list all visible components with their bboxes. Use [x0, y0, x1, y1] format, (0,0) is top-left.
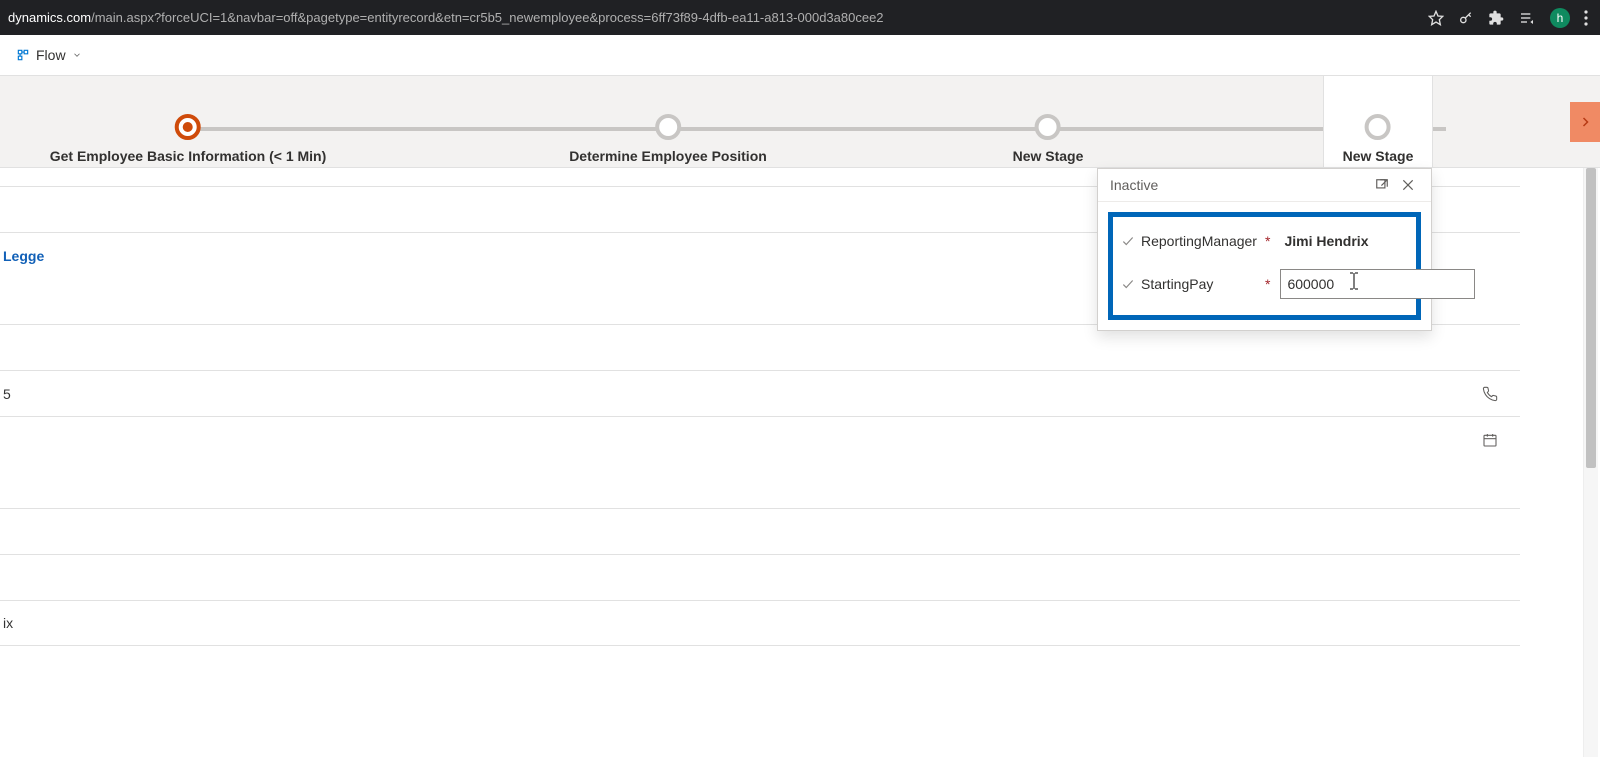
required-indicator: * — [1265, 276, 1270, 292]
process-line — [188, 127, 1446, 131]
browser-address-bar: dynamics.com/main.aspx?forceUCI=1&navbar… — [0, 0, 1600, 35]
business-process-bar: Get Employee Basic Information (< 1 Min)… — [0, 76, 1600, 168]
avatar-letter: h — [1557, 11, 1564, 25]
flyout-header: Inactive — [1098, 169, 1431, 202]
url-domain: dynamics.com — [8, 10, 91, 25]
command-bar: Flow — [0, 35, 1600, 76]
close-icon[interactable] — [1401, 178, 1419, 192]
flow-button[interactable]: Flow — [8, 43, 90, 67]
starting-pay-label: StartingPay — [1141, 276, 1261, 292]
section-gap-2 — [0, 462, 1600, 508]
reporting-manager-label: ReportingManager — [1141, 233, 1261, 249]
profile-avatar[interactable]: h — [1550, 8, 1570, 28]
flow-label: Flow — [36, 47, 66, 63]
check-icon — [1121, 234, 1135, 248]
stage-circle-icon — [1365, 114, 1391, 140]
stage-4[interactable]: New Stage — [1343, 114, 1414, 164]
vertical-scrollbar[interactable] — [1583, 168, 1598, 757]
form-row-4[interactable]: 5 — [0, 370, 1520, 416]
form-row-5[interactable] — [0, 416, 1520, 462]
check-icon — [1121, 277, 1135, 291]
flyout-reporting-manager-row: ReportingManager * Jimi Hendrix — [1119, 225, 1410, 257]
link-legge[interactable]: Legge — [3, 248, 44, 264]
stage-label: Get Employee Basic Information (< 1 Min) — [50, 148, 327, 164]
stage-label: Determine Employee Position — [569, 148, 767, 164]
browser-url[interactable]: dynamics.com/main.aspx?forceUCI=1&navbar… — [8, 10, 1428, 25]
extensions-icon[interactable] — [1488, 10, 1504, 26]
kebab-menu-icon[interactable] — [1584, 10, 1588, 26]
starting-pay-input[interactable] — [1280, 269, 1475, 299]
flyout-status-label: Inactive — [1110, 177, 1158, 193]
stage-circle-icon — [655, 114, 681, 140]
process-next-button[interactable] — [1570, 102, 1600, 142]
phone-icon[interactable] — [1482, 386, 1498, 402]
key-icon[interactable] — [1458, 10, 1474, 26]
stage-label: New Stage — [1343, 148, 1414, 164]
stage-2[interactable]: Determine Employee Position — [569, 114, 767, 164]
browser-toolbar-icons: h — [1428, 8, 1592, 28]
playlist-icon[interactable] — [1518, 10, 1536, 26]
stage-3[interactable]: New Stage — [1013, 114, 1084, 164]
required-indicator: * — [1265, 233, 1270, 249]
stage-circle-icon — [1035, 114, 1061, 140]
star-icon[interactable] — [1428, 10, 1444, 26]
stage-label: New Stage — [1013, 148, 1084, 164]
form-row-8[interactable]: ix — [0, 600, 1520, 646]
calendar-icon[interactable] — [1482, 432, 1498, 448]
reporting-manager-value[interactable]: Jimi Hendrix — [1280, 233, 1408, 249]
popout-icon[interactable] — [1375, 178, 1393, 192]
form-row-7[interactable] — [0, 554, 1520, 600]
stage-circle-icon — [175, 114, 201, 140]
flyout-body: ReportingManager * Jimi Hendrix Starting… — [1108, 212, 1421, 320]
stage-1[interactable]: Get Employee Basic Information (< 1 Min) — [50, 114, 327, 164]
stage-flyout-panel: Inactive ReportingManager * Jimi Hendrix… — [1097, 168, 1432, 331]
scrollbar-thumb[interactable] — [1586, 168, 1596, 468]
form-row-6[interactable] — [0, 508, 1520, 554]
chevron-down-icon — [72, 50, 82, 60]
cell-value-ix: ix — [3, 615, 13, 631]
cell-value-5: 5 — [3, 386, 11, 402]
flow-icon — [16, 48, 30, 62]
flyout-starting-pay-row: StartingPay * — [1119, 261, 1410, 307]
url-path: /main.aspx?forceUCI=1&navbar=off&pagetyp… — [91, 10, 883, 25]
